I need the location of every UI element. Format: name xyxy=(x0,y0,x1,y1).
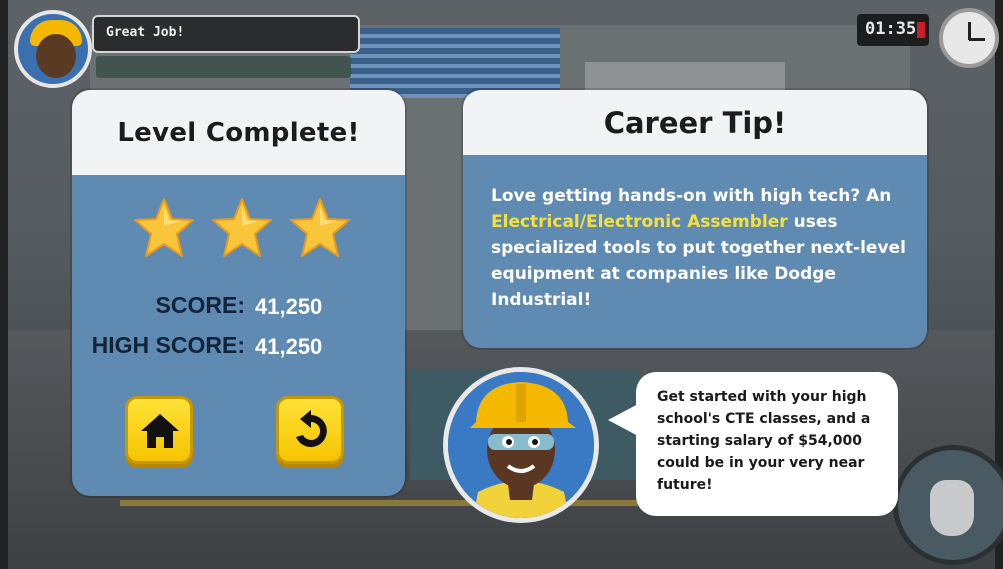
home-icon xyxy=(141,414,179,448)
hud-message: Great Job! xyxy=(106,25,185,40)
career-job-title: Electrical/Electronic Assembler xyxy=(491,212,788,232)
speech-bubble: Get started with your high school's CTE … xyxy=(636,372,898,516)
bubble-salary: $54,000 xyxy=(798,433,863,449)
clock-minute-hand xyxy=(969,38,985,41)
career-tip-text: Love getting hands-on with high tech? An… xyxy=(491,183,913,313)
career-tip-title: Career Tip! xyxy=(603,105,787,140)
avatar-face xyxy=(36,34,76,78)
replay-icon xyxy=(296,410,327,447)
window-blinds xyxy=(350,28,560,98)
score-label: SCORE: xyxy=(155,292,245,318)
character-avatar xyxy=(443,367,599,523)
timer-text: 01:35 xyxy=(865,19,917,39)
level-complete-title: Level Complete! xyxy=(117,117,360,148)
high-score-row: HIGH SCORE: 41,250 xyxy=(72,332,405,362)
left-border xyxy=(0,0,8,569)
star-icon xyxy=(212,198,272,257)
hud-avatar xyxy=(14,10,92,88)
level-complete-header: Level Complete! xyxy=(72,90,405,175)
level-complete-panel: Level Complete! SCORE: 41,250 HIGH SCORE… xyxy=(72,90,405,496)
hand-icon xyxy=(930,480,974,536)
bubble-text-part2: could be in your very near future! xyxy=(657,455,865,493)
timer-display: 01:35 xyxy=(857,14,929,46)
star-rating xyxy=(132,196,352,260)
clock-icon xyxy=(939,8,999,68)
speech-bubble-tail xyxy=(608,404,638,436)
high-score-value: 41,250 xyxy=(255,334,323,359)
hud-objective-bar xyxy=(96,56,351,78)
high-score-label: HIGH SCORE: xyxy=(91,332,245,358)
grab-action-button[interactable] xyxy=(893,445,1003,565)
hud-message-box: Great Job! xyxy=(92,15,360,53)
score-row: SCORE: 41,250 xyxy=(72,292,405,322)
star-icon xyxy=(134,198,194,257)
career-tip-header: Career Tip! xyxy=(463,90,927,155)
score-value: 41,250 xyxy=(255,294,323,319)
timer-warning-indicator xyxy=(917,22,925,38)
star-icon xyxy=(290,198,350,257)
engineer-character-icon xyxy=(448,372,594,518)
replay-button[interactable] xyxy=(276,396,344,464)
home-button[interactable] xyxy=(125,396,193,464)
career-text-part3: ! xyxy=(583,290,592,310)
speech-bubble-text: Get started with your high school's CTE … xyxy=(657,386,893,496)
career-text-part1: Love getting hands-on with high tech? An xyxy=(491,186,892,206)
